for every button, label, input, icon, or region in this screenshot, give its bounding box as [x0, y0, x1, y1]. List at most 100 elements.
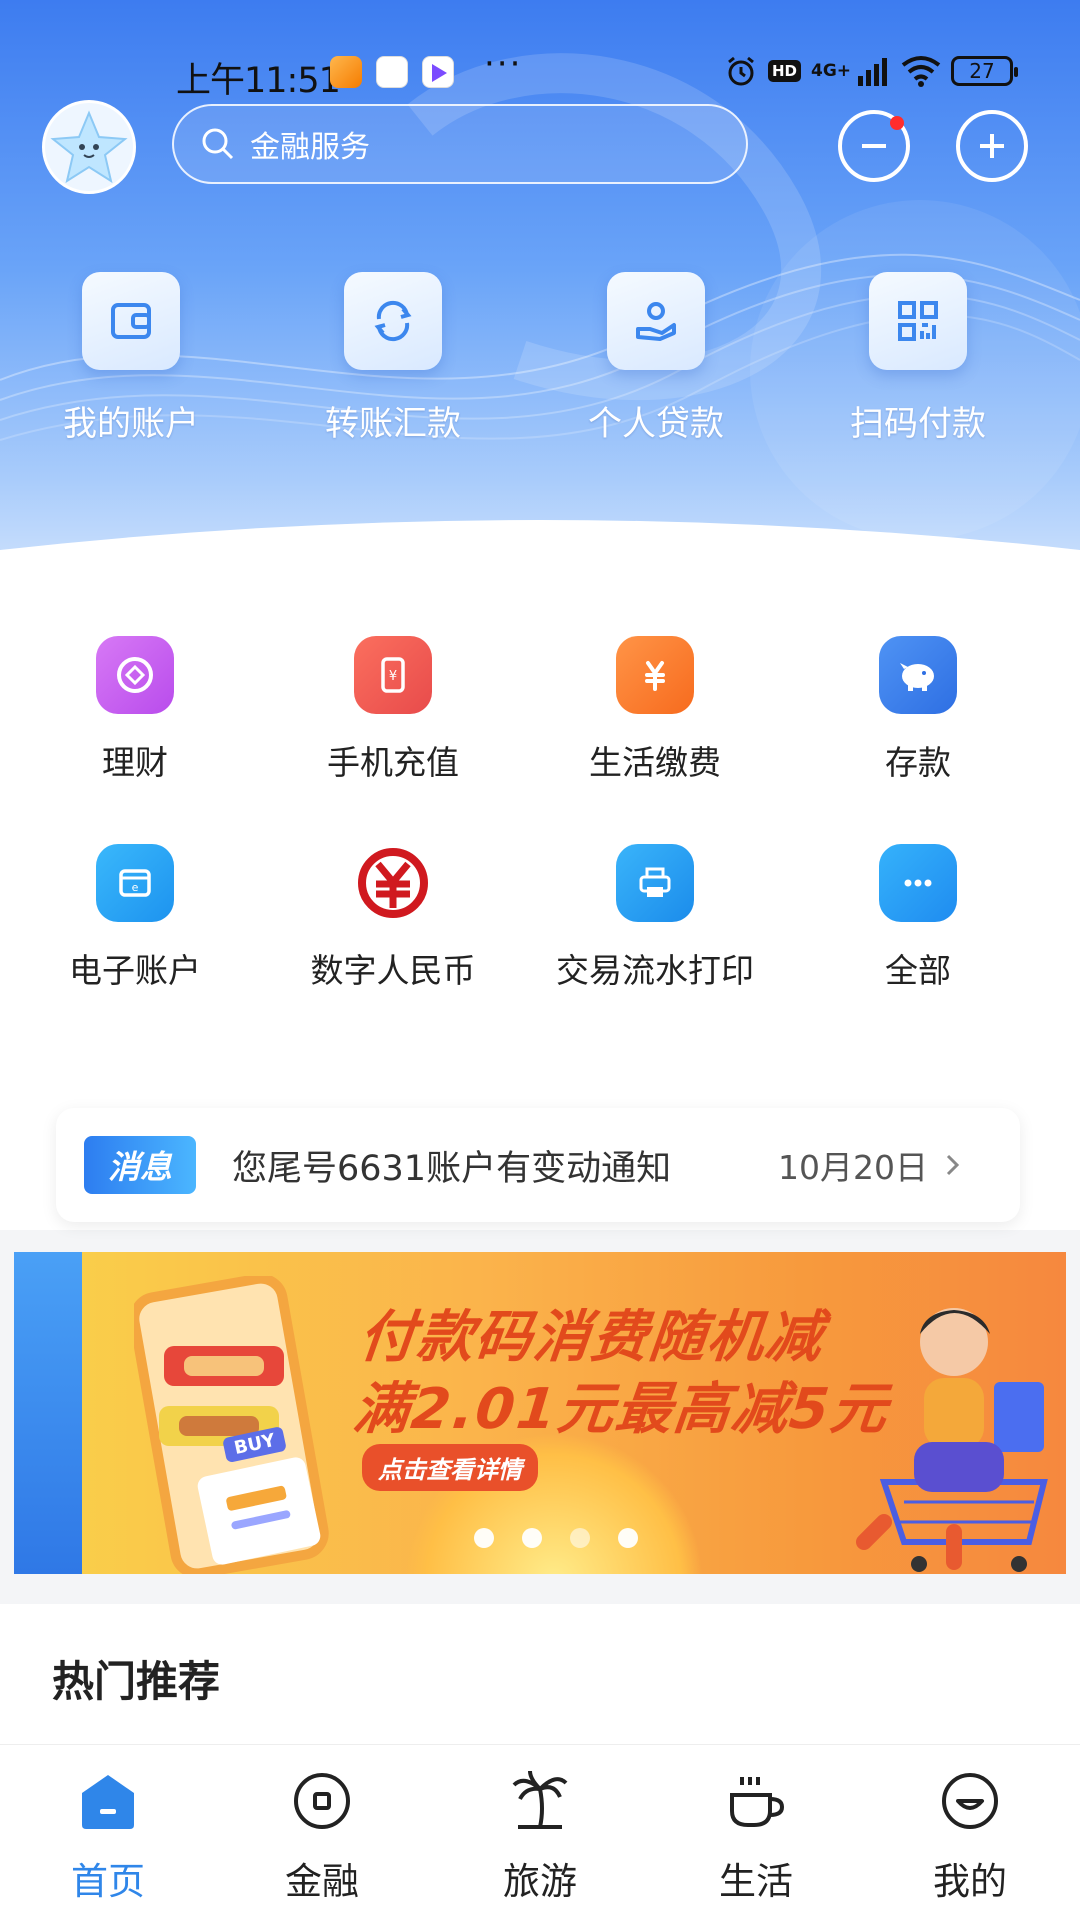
service-label: 数字人民币 [310, 951, 476, 990]
mascot-star-icon [50, 110, 128, 184]
service-bill-payment[interactable]: 生活缴费 [520, 636, 790, 784]
service-wealth[interactable]: 理财 [0, 636, 270, 784]
status-app-icons [330, 56, 454, 88]
notification-app-icon [376, 56, 408, 88]
nav-mine[interactable]: 我的 [870, 1767, 1070, 1905]
customer-service-button[interactable] [838, 110, 910, 182]
e-account-icon: e [119, 869, 151, 897]
printer-icon [639, 867, 671, 897]
hd-badge: HD [768, 60, 802, 82]
quick-action-tile [82, 272, 180, 370]
quick-action-label: 扫码付款 [850, 404, 986, 444]
notification-app-icon [330, 56, 362, 88]
add-button[interactable] [956, 110, 1028, 182]
nav-label: 首页 [71, 1860, 145, 1903]
service-icon-bg [616, 636, 694, 714]
quick-action-label: 个人贷款 [588, 404, 724, 444]
message-notice[interactable]: 消息 您尾号6631账户有变动通知 10月20日 [56, 1108, 1020, 1222]
service-icon-bg [879, 844, 957, 922]
section-title: 热门推荐 [52, 1657, 221, 1706]
svg-text:¥: ¥ [389, 669, 397, 684]
promo-banner[interactable]: BUY 付款码消费随机减 满2.01元最高减5元 点击查看详情 [14, 1252, 1066, 1574]
notification-dot [890, 116, 904, 130]
alarm-icon [728, 56, 754, 86]
plus-icon [980, 134, 1004, 158]
status-bar: 上午11:51 ··· HD 4G+ 27 [0, 44, 1080, 102]
service-statement-print[interactable]: 交易流水打印 [520, 844, 790, 992]
nav-home[interactable]: 首页 [8, 1767, 208, 1905]
nav-finance[interactable]: 金融 [222, 1767, 422, 1905]
quick-actions: 我的账户 转账汇款 个人贷款 扫码付款 [0, 272, 1080, 462]
quick-action-tile [869, 272, 967, 370]
service-label: 手机充值 [327, 743, 459, 782]
search-placeholder: 金融服务 [250, 130, 370, 165]
banner-title-line2: 满2.01元最高减5元 [350, 1377, 893, 1442]
header-hero: 上午11:51 ··· HD 4G+ 27 金融服务 我的账户 转账汇款 个人贷… [0, 0, 1080, 600]
status-indicators: HD 4G+ 27 [724, 54, 1019, 88]
service-phone-recharge[interactable]: ¥ 手机充值 [258, 636, 528, 784]
quick-action-tile [607, 272, 705, 370]
quick-action-tile [344, 272, 442, 370]
status-more-icon: ··· [484, 44, 523, 84]
service-label: 理财 [102, 743, 168, 782]
service-icon-bg: e [96, 844, 174, 922]
banner-pagination [474, 1528, 638, 1548]
message-date: 10月20日 [778, 1148, 928, 1187]
hot-recommendations: 热门推荐 [0, 1604, 1080, 1744]
nav-travel[interactable]: 旅游 [440, 1767, 640, 1905]
shopper-illustration [856, 1308, 1048, 1572]
service-digital-rmb[interactable]: 数字人民币 [258, 844, 528, 992]
loan-icon [636, 302, 676, 341]
user-avatar[interactable] [42, 100, 136, 194]
nav-label: 旅游 [503, 1860, 577, 1903]
quick-action-loan[interactable]: 个人贷款 [556, 272, 756, 445]
search-icon [202, 128, 234, 160]
service-all[interactable]: 全部 [783, 844, 1053, 992]
previous-banner-peek [14, 1252, 82, 1574]
wallet-icon [111, 303, 151, 339]
digital-rmb-icon [358, 848, 428, 918]
coffee-cup-icon [730, 1777, 785, 1827]
bill-payment-icon [645, 661, 665, 691]
battery-indicator: 27 [951, 56, 1019, 86]
service-label: 存款 [885, 743, 951, 782]
nav-label: 金融 [285, 1860, 359, 1903]
pagination-dot[interactable] [474, 1528, 494, 1548]
quick-action-scan-pay[interactable]: 扫码付款 [818, 272, 1018, 445]
svg-text:e: e [132, 881, 139, 894]
wifi-icon [901, 56, 941, 87]
pagination-dot-active[interactable] [570, 1528, 590, 1548]
chevron-right-icon [946, 1154, 960, 1176]
banner-title-line1: 付款码消费随机减 [356, 1305, 827, 1370]
bottom-nav: 首页 金融 旅游 生活 我的 [0, 1744, 1080, 1920]
banner-cta-button[interactable]: 点击查看详情 [362, 1444, 538, 1491]
pagination-dot[interactable] [522, 1528, 542, 1548]
message-tag: 消息 [84, 1136, 196, 1194]
home-icon [82, 1775, 134, 1829]
piggy-bank-icon [900, 663, 934, 691]
quick-action-my-account[interactable]: 我的账户 [31, 272, 231, 445]
network-type: 4G+ [811, 61, 852, 81]
service-icon-bg [354, 844, 432, 922]
quick-action-label: 我的账户 [63, 404, 199, 444]
nav-life[interactable]: 生活 [656, 1767, 856, 1905]
service-deposit[interactable]: 存款 [783, 636, 1053, 784]
palm-tree-icon [512, 1770, 568, 1829]
nav-label: 生活 [719, 1860, 793, 1903]
notification-app-icon [422, 56, 454, 88]
nav-label: 我的 [933, 1860, 1007, 1903]
hero-curve-divider [0, 520, 1080, 640]
service-icon-bg: ¥ [354, 636, 432, 714]
pagination-dot[interactable] [618, 1528, 638, 1548]
more-dots-icon [904, 879, 932, 887]
service-icon-bg [616, 844, 694, 922]
service-e-account[interactable]: e 电子账户 [0, 844, 270, 992]
wealth-icon [117, 657, 153, 693]
chat-minus-icon [862, 144, 886, 148]
quick-action-label: 转账汇款 [325, 404, 461, 444]
qr-code-icon [898, 301, 938, 341]
service-label: 生活缴费 [589, 743, 721, 782]
transfer-icon [374, 300, 412, 342]
quick-action-transfer[interactable]: 转账汇款 [293, 272, 493, 445]
search-input[interactable]: 金融服务 [172, 104, 748, 184]
